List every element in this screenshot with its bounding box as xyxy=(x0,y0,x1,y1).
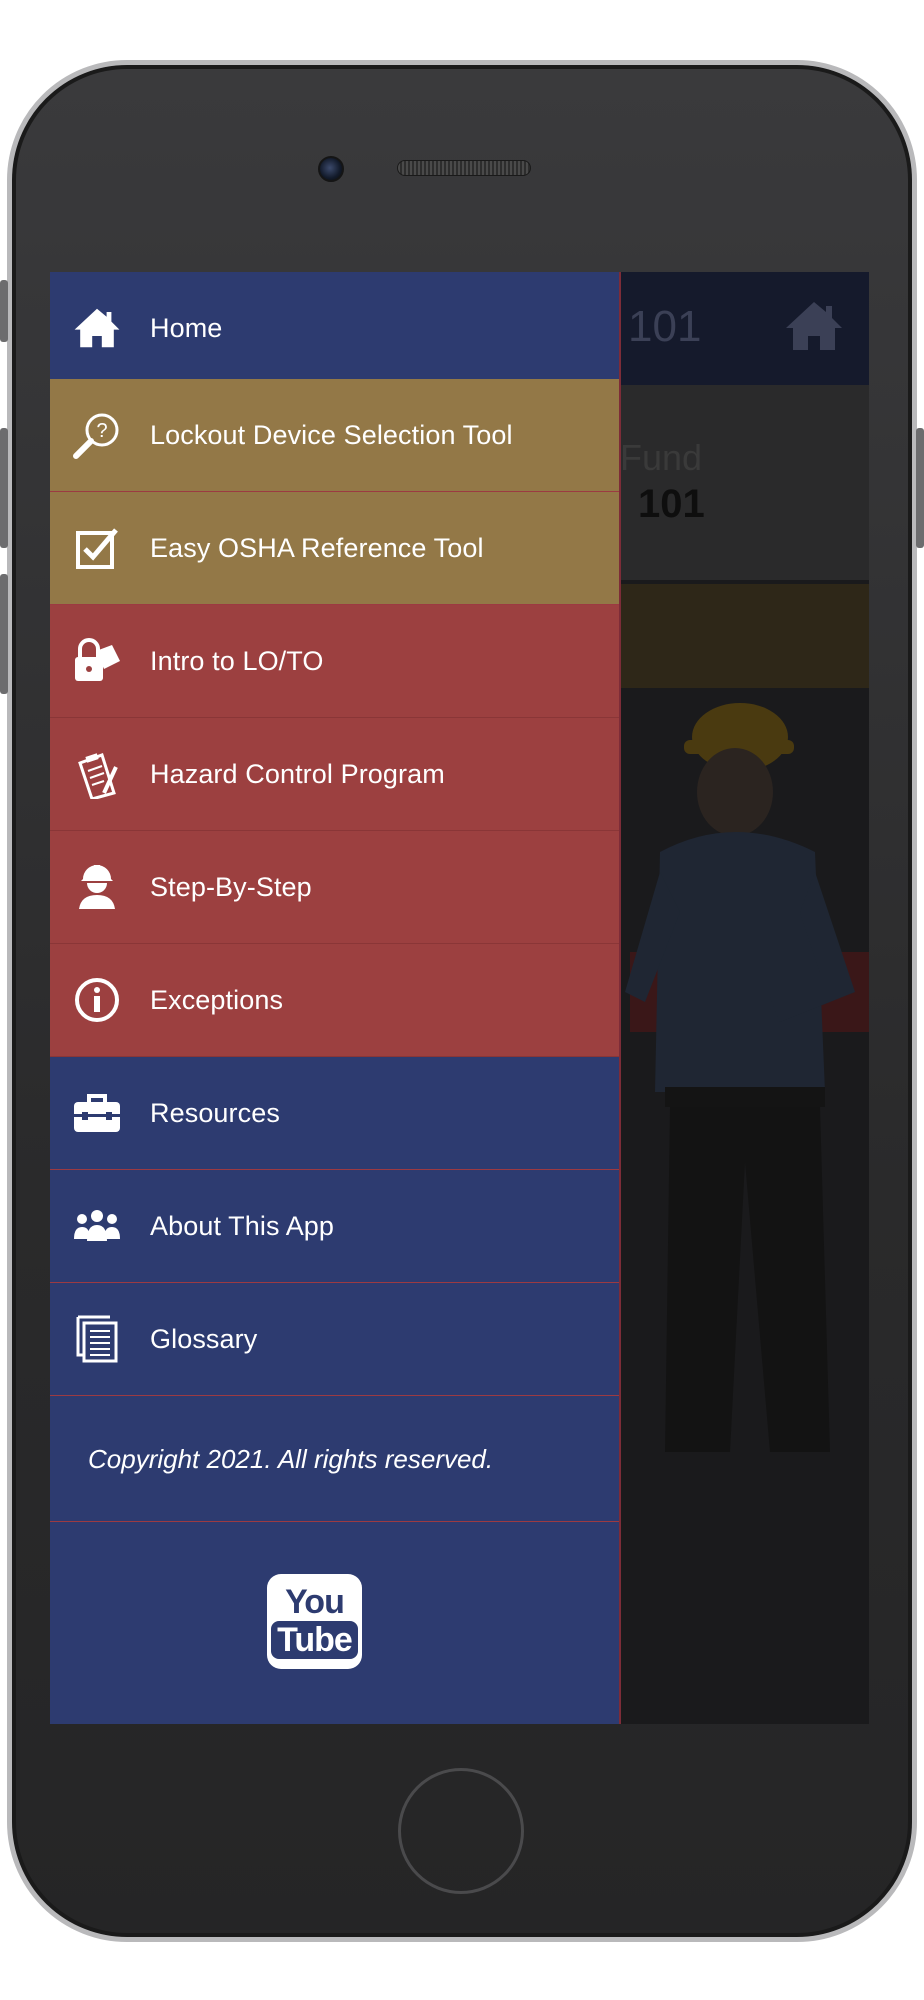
screen: 101 Fund 101 Home ? Lockout Device Selec… xyxy=(50,272,869,1724)
toolbox-icon xyxy=(70,1086,124,1140)
menu-item-glossary[interactable]: Glossary xyxy=(50,1283,619,1396)
menu-item-label: Glossary xyxy=(150,1323,258,1354)
banner-title-line1: Fund xyxy=(620,437,703,478)
copyright-text: Copyright 2021. All rights reserved. xyxy=(88,1444,494,1474)
menu-item-label: Step-By-Step xyxy=(150,871,312,902)
worker-hardhat-icon xyxy=(70,860,124,914)
power-button xyxy=(916,428,924,548)
navigation-drawer: Home ? Lockout Device Selection Tool Eas… xyxy=(50,272,621,1724)
menu-item-label: Home xyxy=(150,312,223,343)
home-icon[interactable] xyxy=(784,300,844,352)
menu-item-about-this-app[interactable]: About This App xyxy=(50,1170,619,1283)
earpiece-speaker xyxy=(397,160,531,176)
menu-item-label: Exceptions xyxy=(150,984,284,1015)
svg-text:?: ? xyxy=(96,420,107,442)
menu-item-home[interactable]: Home xyxy=(50,272,619,385)
checkbox-icon xyxy=(70,521,124,575)
youtube-logo-you: You xyxy=(285,1582,345,1621)
menu-item-label: Easy OSHA Reference Tool xyxy=(150,532,484,563)
youtube-icon[interactable]: You Tube xyxy=(267,1574,362,1669)
lock-tag-icon xyxy=(70,634,124,688)
worker-photo xyxy=(625,703,855,1452)
menu-item-label: Hazard Control Program xyxy=(150,758,445,789)
info-icon xyxy=(70,973,124,1027)
menu-item-label: About This App xyxy=(150,1210,335,1241)
copyright-section: Copyright 2021. All rights reserved. xyxy=(50,1404,619,1522)
app-header-title: 101 xyxy=(628,302,702,351)
home-hardware-button[interactable] xyxy=(398,1768,524,1894)
volume-down-button xyxy=(0,574,8,694)
front-camera xyxy=(318,156,344,182)
volume-up-button xyxy=(0,428,8,548)
magnifier-question-icon: ? xyxy=(70,408,124,462)
clipboard-pen-icon xyxy=(70,747,124,801)
youtube-logo-tube: Tube xyxy=(271,1620,358,1659)
document-list-icon xyxy=(70,1312,124,1366)
silent-switch xyxy=(0,280,8,342)
menu-item-intro-to-loto[interactable]: Intro to LO/TO xyxy=(50,605,619,718)
menu-item-easy-osha-reference-tool[interactable]: Easy OSHA Reference Tool xyxy=(50,492,619,605)
menu-item-label: Resources xyxy=(150,1097,280,1128)
home-icon xyxy=(70,301,124,355)
menu-item-label: Intro to LO/TO xyxy=(150,645,324,676)
menu-item-hazard-control-program[interactable]: Hazard Control Program xyxy=(50,718,619,831)
menu-item-lockout-device-selection-tool[interactable]: ? Lockout Device Selection Tool xyxy=(50,379,619,492)
menu-item-resources[interactable]: Resources xyxy=(50,1057,619,1170)
menu-item-step-by-step[interactable]: Step-By-Step xyxy=(50,831,619,944)
menu-item-exceptions[interactable]: Exceptions xyxy=(50,944,619,1057)
people-icon xyxy=(70,1199,124,1253)
banner-title-line2: 101 xyxy=(638,482,705,526)
menu-item-label: Lockout Device Selection Tool xyxy=(150,419,513,450)
